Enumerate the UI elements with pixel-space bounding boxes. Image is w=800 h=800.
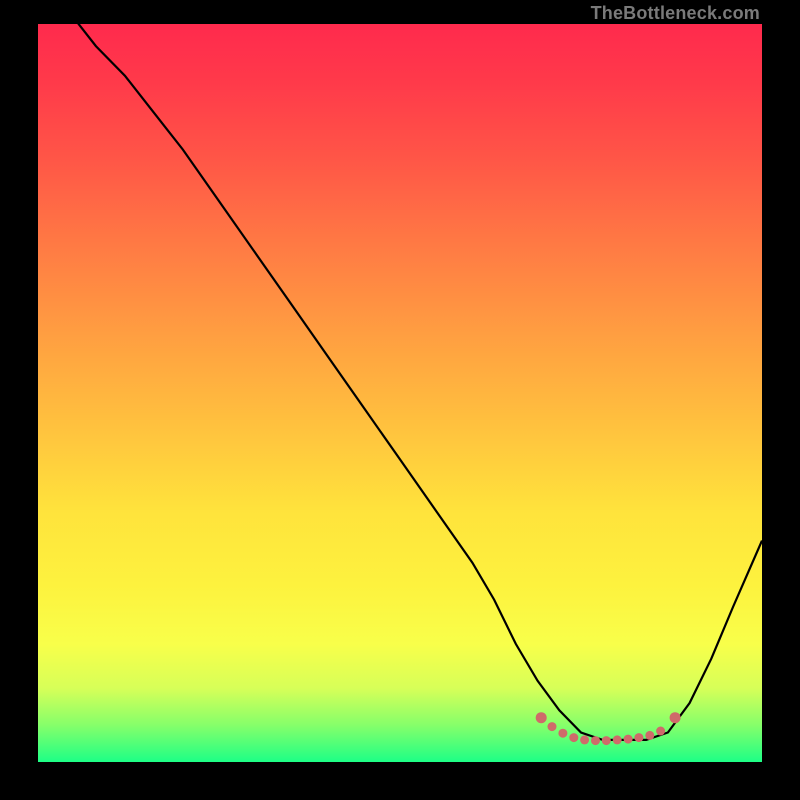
watermark-text: TheBottleneck.com bbox=[591, 4, 760, 22]
highlight-dot bbox=[591, 736, 600, 745]
highlight-dot bbox=[548, 722, 557, 731]
highlight-dot bbox=[613, 735, 622, 744]
chart-frame: TheBottleneck.com bbox=[0, 0, 800, 800]
highlight-dot bbox=[602, 736, 611, 745]
curve-layer bbox=[38, 24, 762, 762]
highlight-dot bbox=[634, 733, 643, 742]
plot-area bbox=[38, 24, 762, 762]
bottleneck-curve bbox=[38, 24, 762, 740]
highlight-dot bbox=[670, 712, 681, 723]
highlight-dot bbox=[536, 712, 547, 723]
highlight-dot bbox=[569, 733, 578, 742]
highlight-dot bbox=[558, 729, 567, 738]
highlight-dot bbox=[656, 727, 665, 736]
highlight-dot bbox=[624, 735, 633, 744]
highlight-dot bbox=[645, 731, 654, 740]
highlight-dot bbox=[580, 735, 589, 744]
optimal-range-dots bbox=[536, 712, 681, 745]
